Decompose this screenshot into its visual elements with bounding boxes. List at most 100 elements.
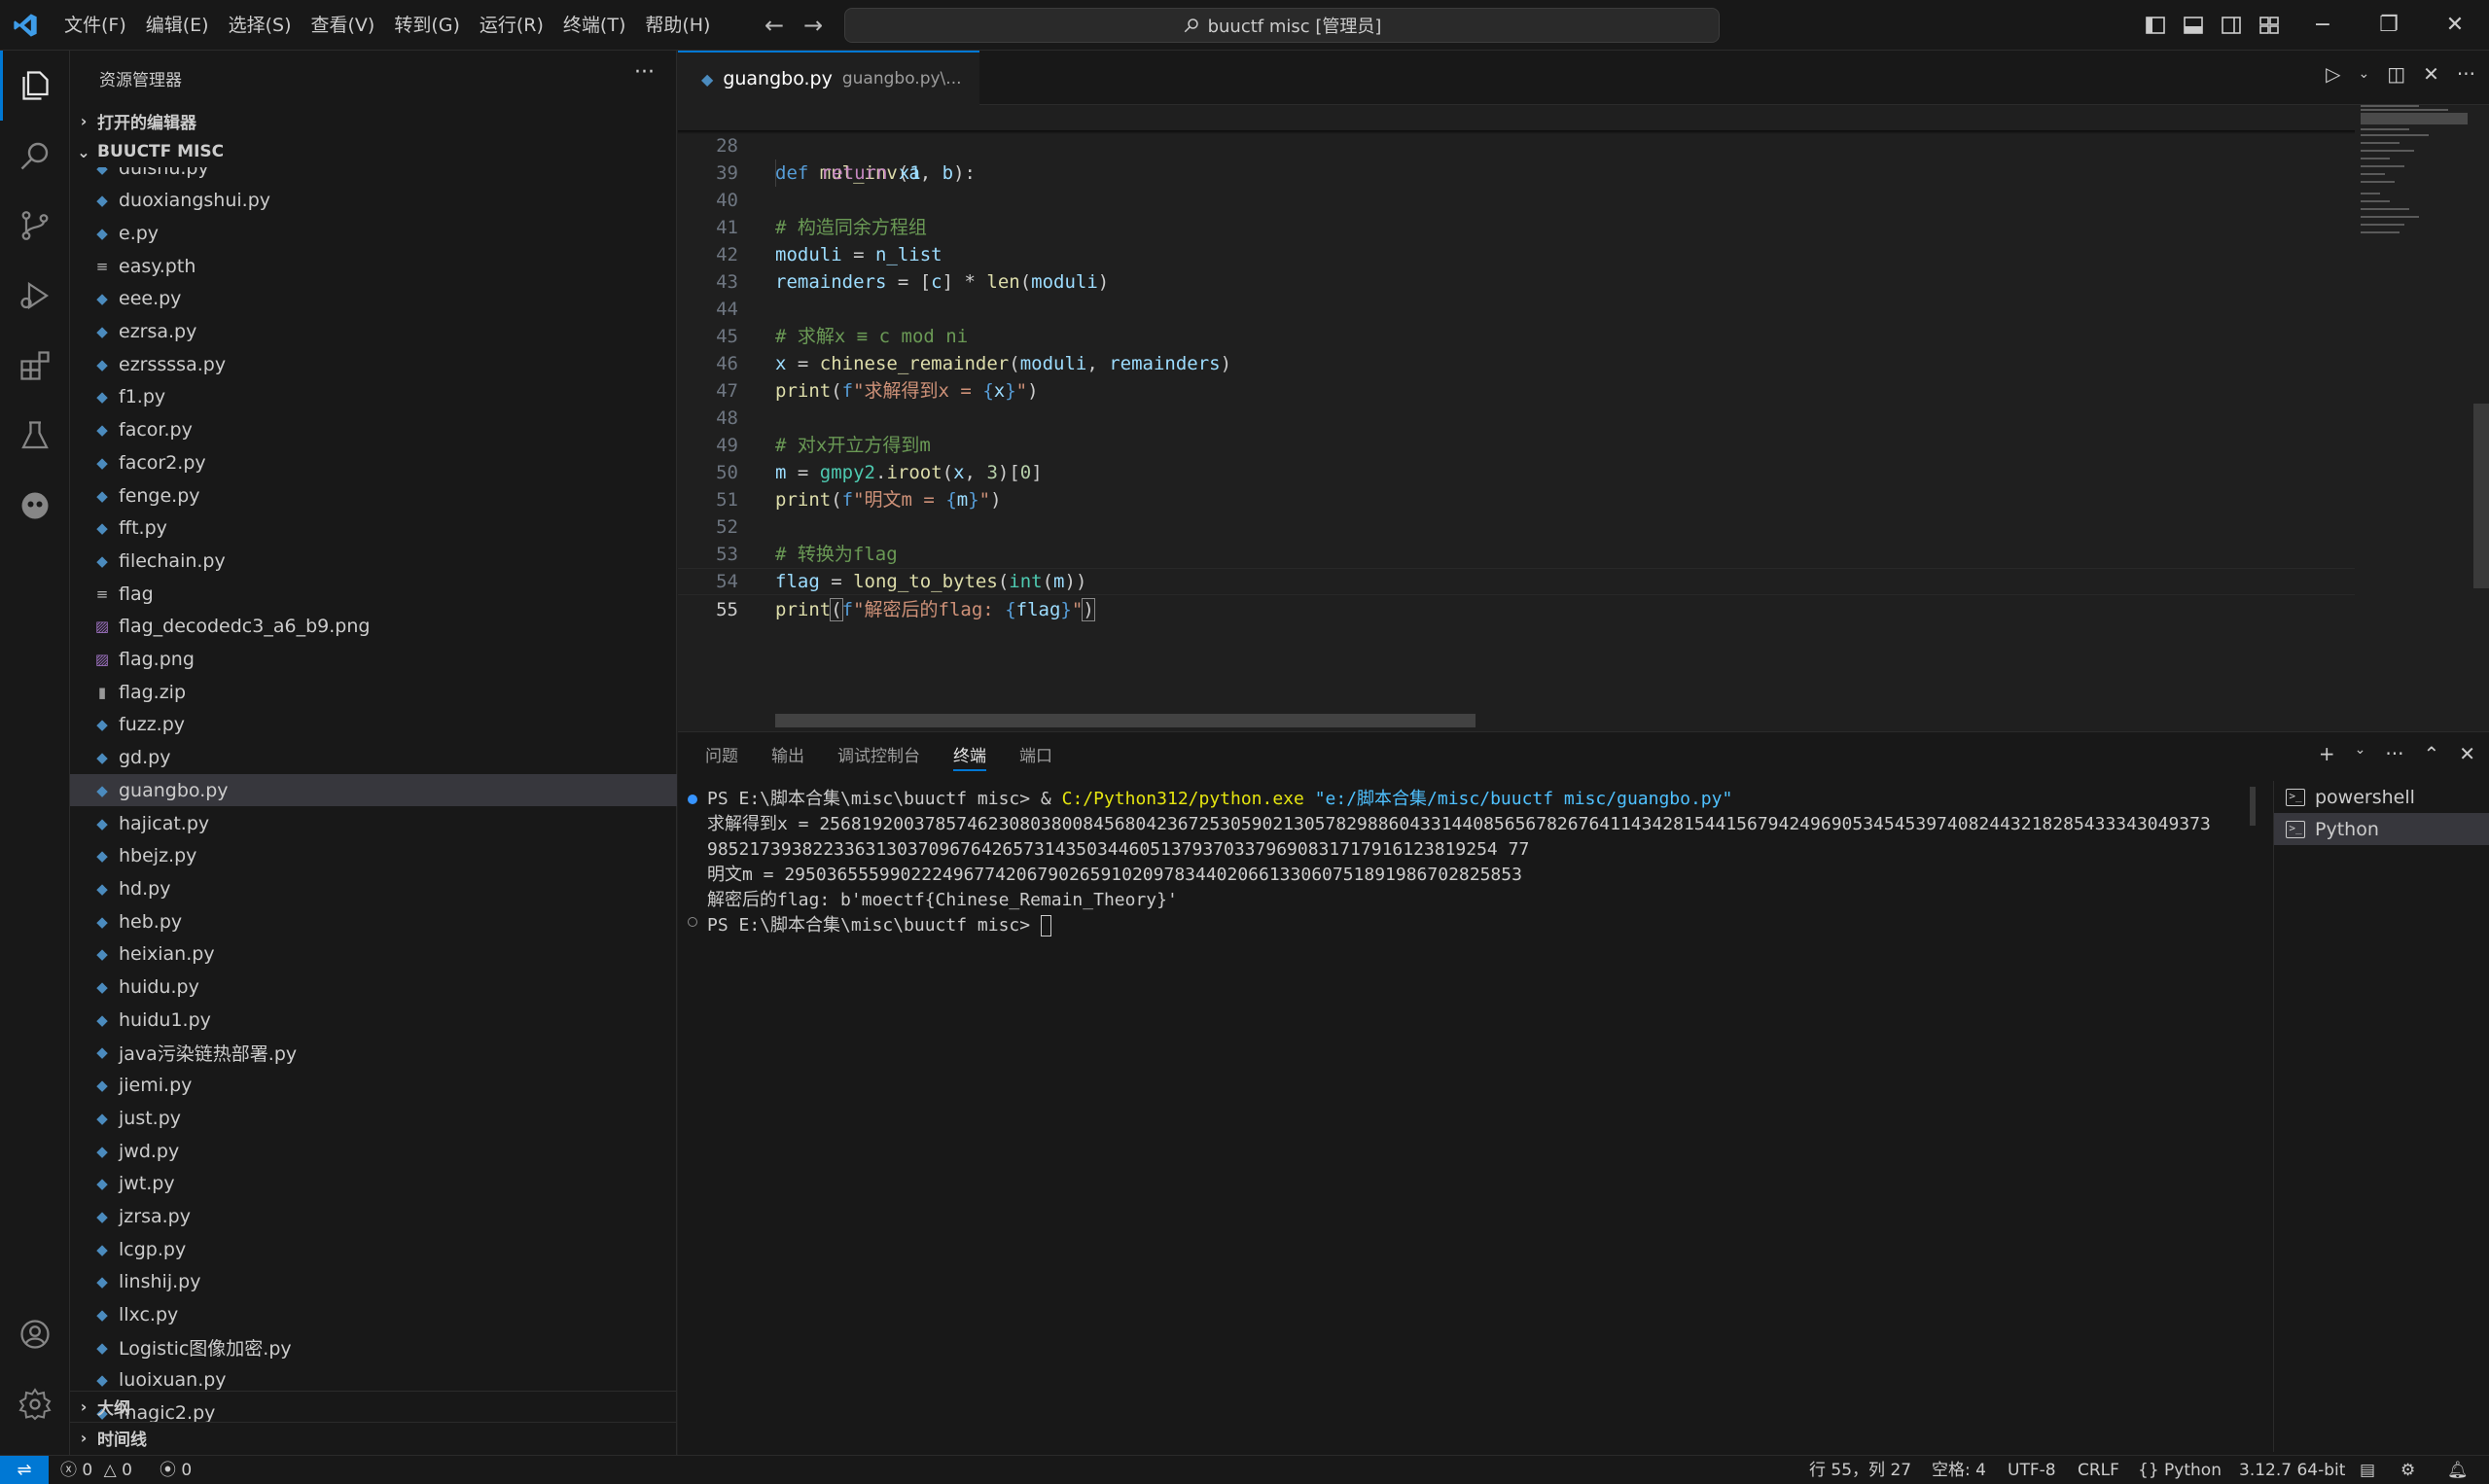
extensions-icon[interactable] [0, 331, 70, 401]
editor-vertical-scrollbar[interactable] [2473, 404, 2489, 588]
terminal-output[interactable]: PS E:\脚本合集\misc\buuctf misc> & C:/Python… [678, 787, 2256, 1448]
python-interpreter[interactable]: 3.12.7 64-bit [2239, 1456, 2345, 1484]
file-item[interactable]: ◆ duishu.py [70, 167, 677, 184]
file-item[interactable]: ◆ Logistic图像加密.py [70, 1331, 677, 1363]
command-pending-icon[interactable] [688, 917, 697, 927]
language-mode[interactable]: {} Python [2138, 1456, 2222, 1484]
restore-icon[interactable]: ❐ [2367, 10, 2410, 41]
file-item[interactable]: ◆ duoxiangshui.py [70, 185, 677, 217]
file-item[interactable]: ◆ jwt.py [70, 1168, 677, 1200]
code-editor[interactable]: 28 def mul_inv(a, b): 39 return x1 40 41… [678, 105, 2355, 729]
encoding[interactable]: UTF-8 [2008, 1456, 2056, 1484]
problems-status[interactable]: ⓧ 0 △ 0 [60, 1456, 132, 1484]
close-window-icon[interactable]: ✕ [2434, 10, 2476, 41]
menu-selection[interactable]: 选择(S) [219, 0, 302, 51]
file-item[interactable]: ◆ facor.py [70, 414, 677, 446]
file-item[interactable]: ◆ f1.py [70, 381, 677, 413]
file-item[interactable]: ◆ hbejz.py [70, 840, 677, 872]
editor-tab[interactable]: ◆ guangbo.py guangbo.py\... [678, 51, 979, 105]
notifications-bell-icon[interactable]: 🔔︎ [2447, 1456, 2469, 1484]
file-icon[interactable]: ▤ [2360, 1456, 2375, 1484]
file-item[interactable]: ◆ fuzz.py [70, 709, 677, 741]
file-item[interactable]: ◆ ezrsa.py [70, 316, 677, 348]
indentation[interactable]: 空格: 4 [1932, 1456, 1986, 1484]
toggle-secondary-sidebar-icon[interactable] [2220, 14, 2243, 37]
copilot-icon[interactable] [0, 471, 70, 541]
tab-problems[interactable]: 问题 [705, 732, 738, 781]
file-item[interactable]: ◆ huidu.py [70, 972, 677, 1004]
terminal-dropdown-icon[interactable]: ⌄ [2355, 742, 2366, 765]
folder-section[interactable]: ⌄ BUUCTF MISC [70, 136, 677, 167]
file-item[interactable]: ◆ facor2.py [70, 446, 677, 478]
file-item[interactable]: ▮ flag.zip [70, 676, 677, 708]
file-item[interactable]: ◆ guangbo.py [70, 774, 677, 807]
file-item[interactable]: ◆ fft.py [70, 512, 677, 545]
tab-debug-console[interactable]: 调试控制台 [837, 732, 920, 781]
menu-run[interactable]: 运行(R) [470, 0, 553, 51]
run-dropdown-icon[interactable]: ⌄ [2359, 66, 2370, 82]
toggle-panel-icon[interactable] [2182, 14, 2205, 37]
back-arrow-icon[interactable]: ← [761, 12, 788, 39]
file-item[interactable]: ◆ huidu1.py [70, 1004, 677, 1036]
menu-file[interactable]: 文件(F) [54, 0, 136, 51]
file-item[interactable]: ◆ jiemi.py [70, 1070, 677, 1102]
file-item[interactable]: ◆ hd.py [70, 872, 677, 904]
file-item[interactable]: ◆ java污染链热部署.py [70, 1037, 677, 1069]
terminal-scrollbar[interactable] [2250, 787, 2256, 826]
forward-arrow-icon[interactable]: → [800, 12, 827, 39]
file-item[interactable]: ◆ jzrsa.py [70, 1200, 677, 1232]
file-item[interactable]: ≡ flag [70, 578, 677, 610]
file-item[interactable]: ▨ flag.png [70, 644, 677, 676]
file-item[interactable]: ◆ hajicat.py [70, 807, 677, 839]
file-item[interactable]: ◆ heb.py [70, 905, 677, 937]
minimap[interactable] [2355, 105, 2479, 729]
menu-edit[interactable]: 编辑(E) [136, 0, 219, 51]
menu-go[interactable]: 转到(G) [384, 0, 470, 51]
source-control-icon[interactable] [0, 191, 70, 261]
settings-gear-icon[interactable] [0, 1369, 70, 1439]
command-center[interactable]: buuctf misc [管理员] [844, 8, 1720, 43]
close-editor-icon[interactable]: ✕ [2423, 62, 2439, 86]
account-icon[interactable] [0, 1299, 70, 1369]
maximize-panel-icon[interactable]: ⌃ [2423, 742, 2439, 765]
file-item[interactable]: ◆ filechain.py [70, 545, 677, 577]
command-success-icon[interactable] [688, 795, 697, 804]
panel-more-icon[interactable]: ··· [2385, 742, 2403, 765]
split-editor-icon[interactable]: ◫ [2387, 62, 2405, 86]
tab-terminal[interactable]: 终端 [953, 732, 986, 781]
file-item[interactable]: ◆ llxc.py [70, 1299, 677, 1331]
outline-section[interactable]: › 大纲 [70, 1391, 677, 1422]
testing-icon[interactable] [0, 401, 70, 471]
file-item[interactable]: ◆ heixian.py [70, 938, 677, 971]
cursor-position[interactable]: 行 55，列 27 [1809, 1456, 1911, 1484]
remote-indicator-icon[interactable]: ⇌ [0, 1456, 49, 1484]
copilot-status-icon[interactable]: ⚙ [2400, 1456, 2415, 1484]
horizontal-scrollbar[interactable] [775, 714, 1476, 727]
sticky-scroll-line[interactable]: 28 def mul_inv(a, b): [678, 105, 2355, 184]
toggle-primary-sidebar-icon[interactable] [2144, 14, 2167, 37]
terminal-item-python[interactable]: >_ Python [2274, 813, 2489, 845]
file-item[interactable]: ◆ eee.py [70, 283, 677, 315]
file-item[interactable]: ▨ flag_decodedc3_a6_b9.png [70, 611, 677, 643]
file-item[interactable]: ◆ ezrssssa.py [70, 348, 677, 380]
timeline-section[interactable]: › 时间线 [70, 1422, 677, 1453]
file-item[interactable]: ◆ just.py [70, 1102, 677, 1134]
file-item[interactable]: ◆ gd.py [70, 742, 677, 774]
tab-output[interactable]: 输出 [771, 732, 804, 781]
explorer-icon[interactable] [0, 51, 70, 121]
terminal-item-powershell[interactable]: >_ powershell [2274, 781, 2489, 813]
run-file-icon[interactable]: ▷ [2326, 62, 2340, 86]
run-debug-icon[interactable] [0, 261, 70, 331]
menu-view[interactable]: 查看(V) [302, 0, 385, 51]
search-icon[interactable] [0, 121, 70, 191]
new-terminal-icon[interactable]: + [2319, 742, 2335, 765]
customize-layout-icon[interactable] [2258, 14, 2281, 37]
menu-help[interactable]: 帮助(H) [635, 0, 720, 51]
end-of-line[interactable]: CRLF [2078, 1456, 2119, 1484]
file-item[interactable]: ◆ linshij.py [70, 1266, 677, 1298]
close-panel-icon[interactable]: ✕ [2459, 742, 2475, 765]
open-editors-section[interactable]: › 打开的编辑器 [70, 105, 677, 136]
file-item[interactable]: ◆ e.py [70, 217, 677, 249]
file-item[interactable]: ≡ easy.pth [70, 250, 677, 282]
minimize-icon[interactable]: − [2301, 10, 2344, 41]
